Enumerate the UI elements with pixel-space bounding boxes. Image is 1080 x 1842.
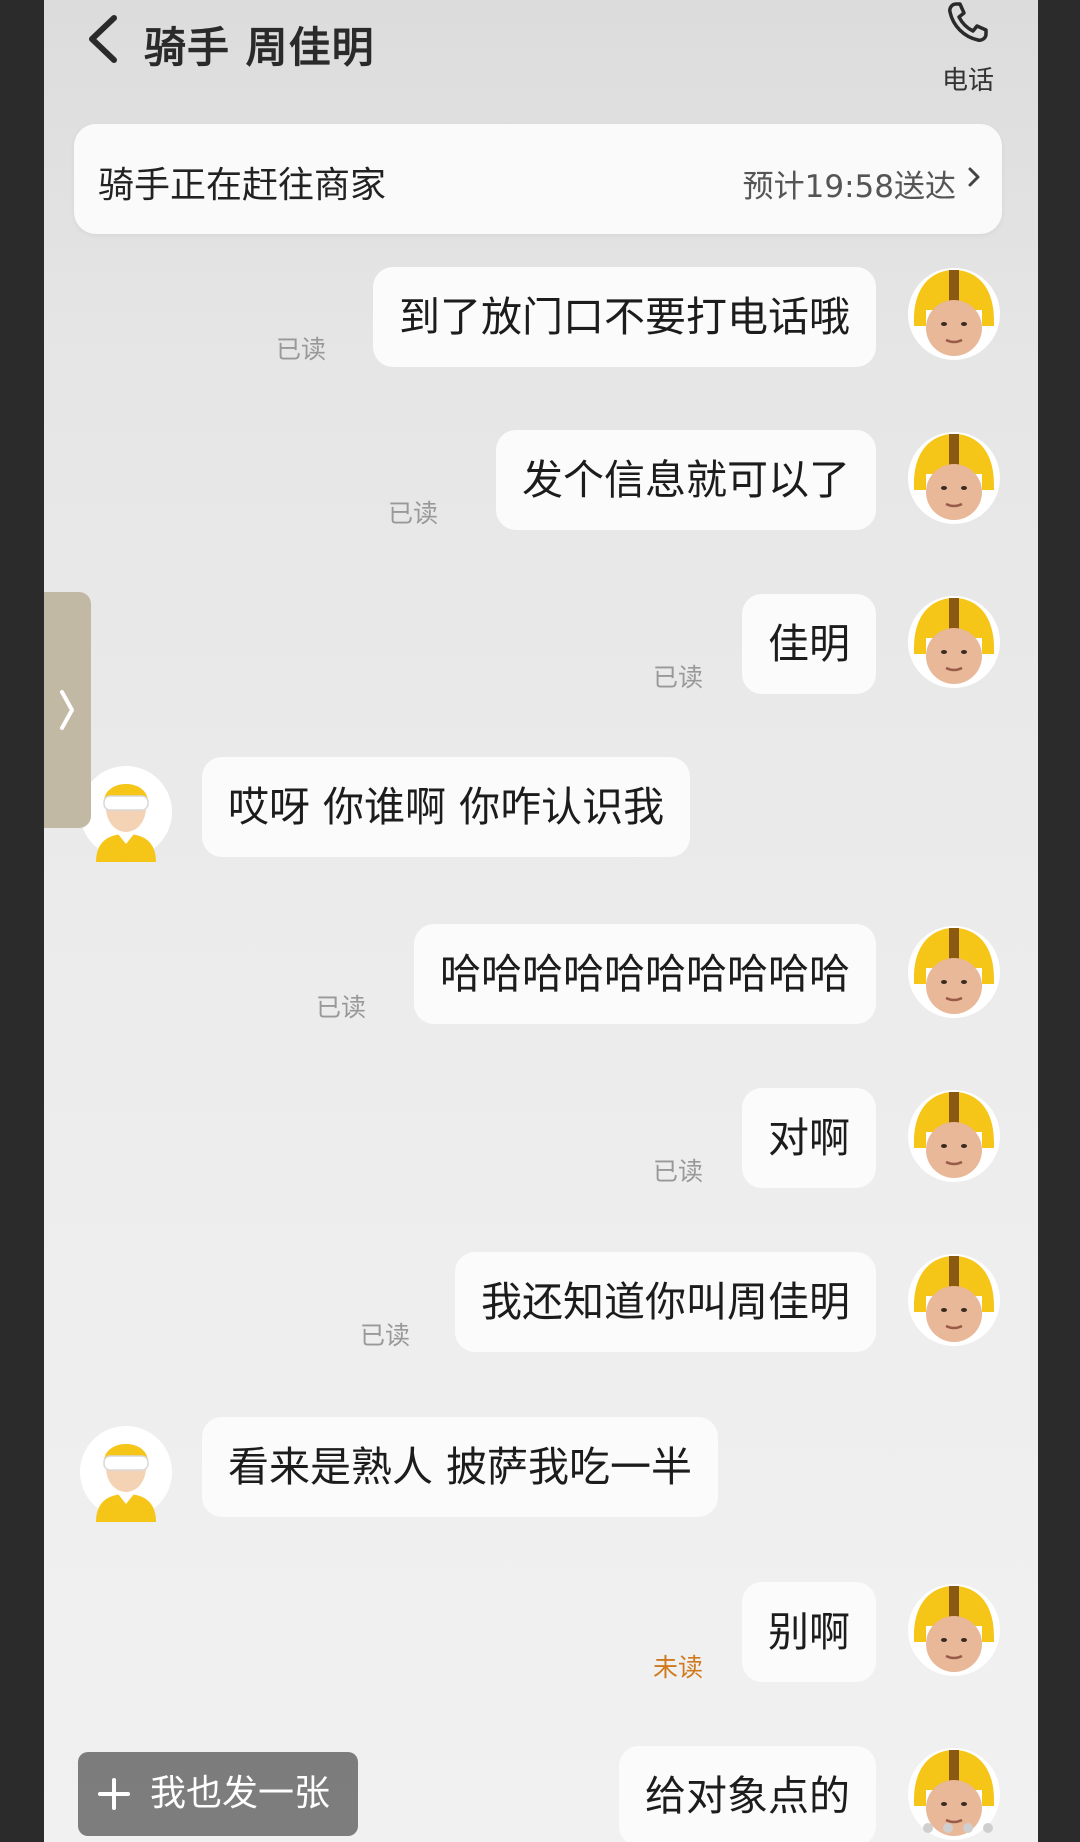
read-status: 已读 — [652, 1157, 703, 1186]
received-message[interactable]: 哎呀 你谁啊 你咋认识我 — [202, 757, 691, 857]
delivery-eta: 预计19:58送达 — [742, 169, 956, 205]
user-avatar[interactable] — [906, 428, 1002, 528]
user-avatar[interactable] — [906, 922, 1002, 1022]
chevron-right-icon — [60, 690, 74, 730]
page-title: 骑手 周佳明 — [144, 23, 375, 72]
call-label: 电话 — [941, 66, 994, 96]
user-avatar[interactable] — [906, 1086, 1002, 1186]
delivery-status-text: 骑手正在赶往商家 — [98, 165, 387, 206]
read-status: 已读 — [387, 499, 438, 528]
user-avatar[interactable] — [906, 592, 1002, 692]
chat-screen: 骑手 周佳明 电话 骑手正在赶往商家 预计19:58送达 已读 到了放门口不要打… — [44, 0, 1038, 1842]
delivery-status-card[interactable]: 骑手正在赶往商家 预计19:58送达 — [74, 124, 1002, 234]
received-message[interactable]: 看来是熟人 披萨我吃一半 — [202, 1417, 719, 1517]
side-drawer-handle[interactable] — [44, 592, 91, 828]
plus-icon — [98, 1778, 130, 1810]
sent-message[interactable]: 给对象点的 — [619, 1746, 876, 1842]
watermark — [923, 1823, 993, 1833]
user-avatar[interactable] — [906, 264, 1002, 364]
chevron-right-icon — [968, 167, 980, 187]
user-avatar[interactable] — [906, 1250, 1002, 1350]
sent-message[interactable]: 对啊 — [742, 1088, 876, 1188]
chevron-left-icon — [89, 15, 117, 63]
rider-avatar[interactable] — [78, 762, 174, 862]
read-status: 已读 — [359, 1321, 410, 1350]
unread-status: 未读 — [652, 1653, 703, 1682]
sent-message[interactable]: 到了放门口不要打电话哦 — [373, 267, 876, 367]
sent-message[interactable]: 发个信息就可以了 — [496, 430, 876, 530]
user-avatar[interactable] — [906, 1580, 1002, 1680]
read-status: 已读 — [652, 663, 703, 692]
post-too-label: 我也发一张 — [150, 1773, 331, 1814]
call-button[interactable]: 电话 — [928, 0, 1008, 96]
rider-avatar[interactable] — [78, 1422, 174, 1522]
sent-message[interactable]: 佳明 — [742, 594, 876, 694]
back-button[interactable] — [82, 12, 126, 66]
read-status: 已读 — [315, 993, 366, 1022]
sent-message[interactable]: 我还知道你叫周佳明 — [455, 1252, 876, 1352]
phone-icon — [948, 2, 988, 42]
sent-message[interactable]: 哈哈哈哈哈哈哈哈哈哈 — [414, 924, 876, 1024]
read-status: 已读 — [275, 335, 326, 364]
sent-message[interactable]: 别啊 — [742, 1582, 876, 1682]
post-too-button[interactable]: 我也发一张 — [78, 1752, 358, 1836]
